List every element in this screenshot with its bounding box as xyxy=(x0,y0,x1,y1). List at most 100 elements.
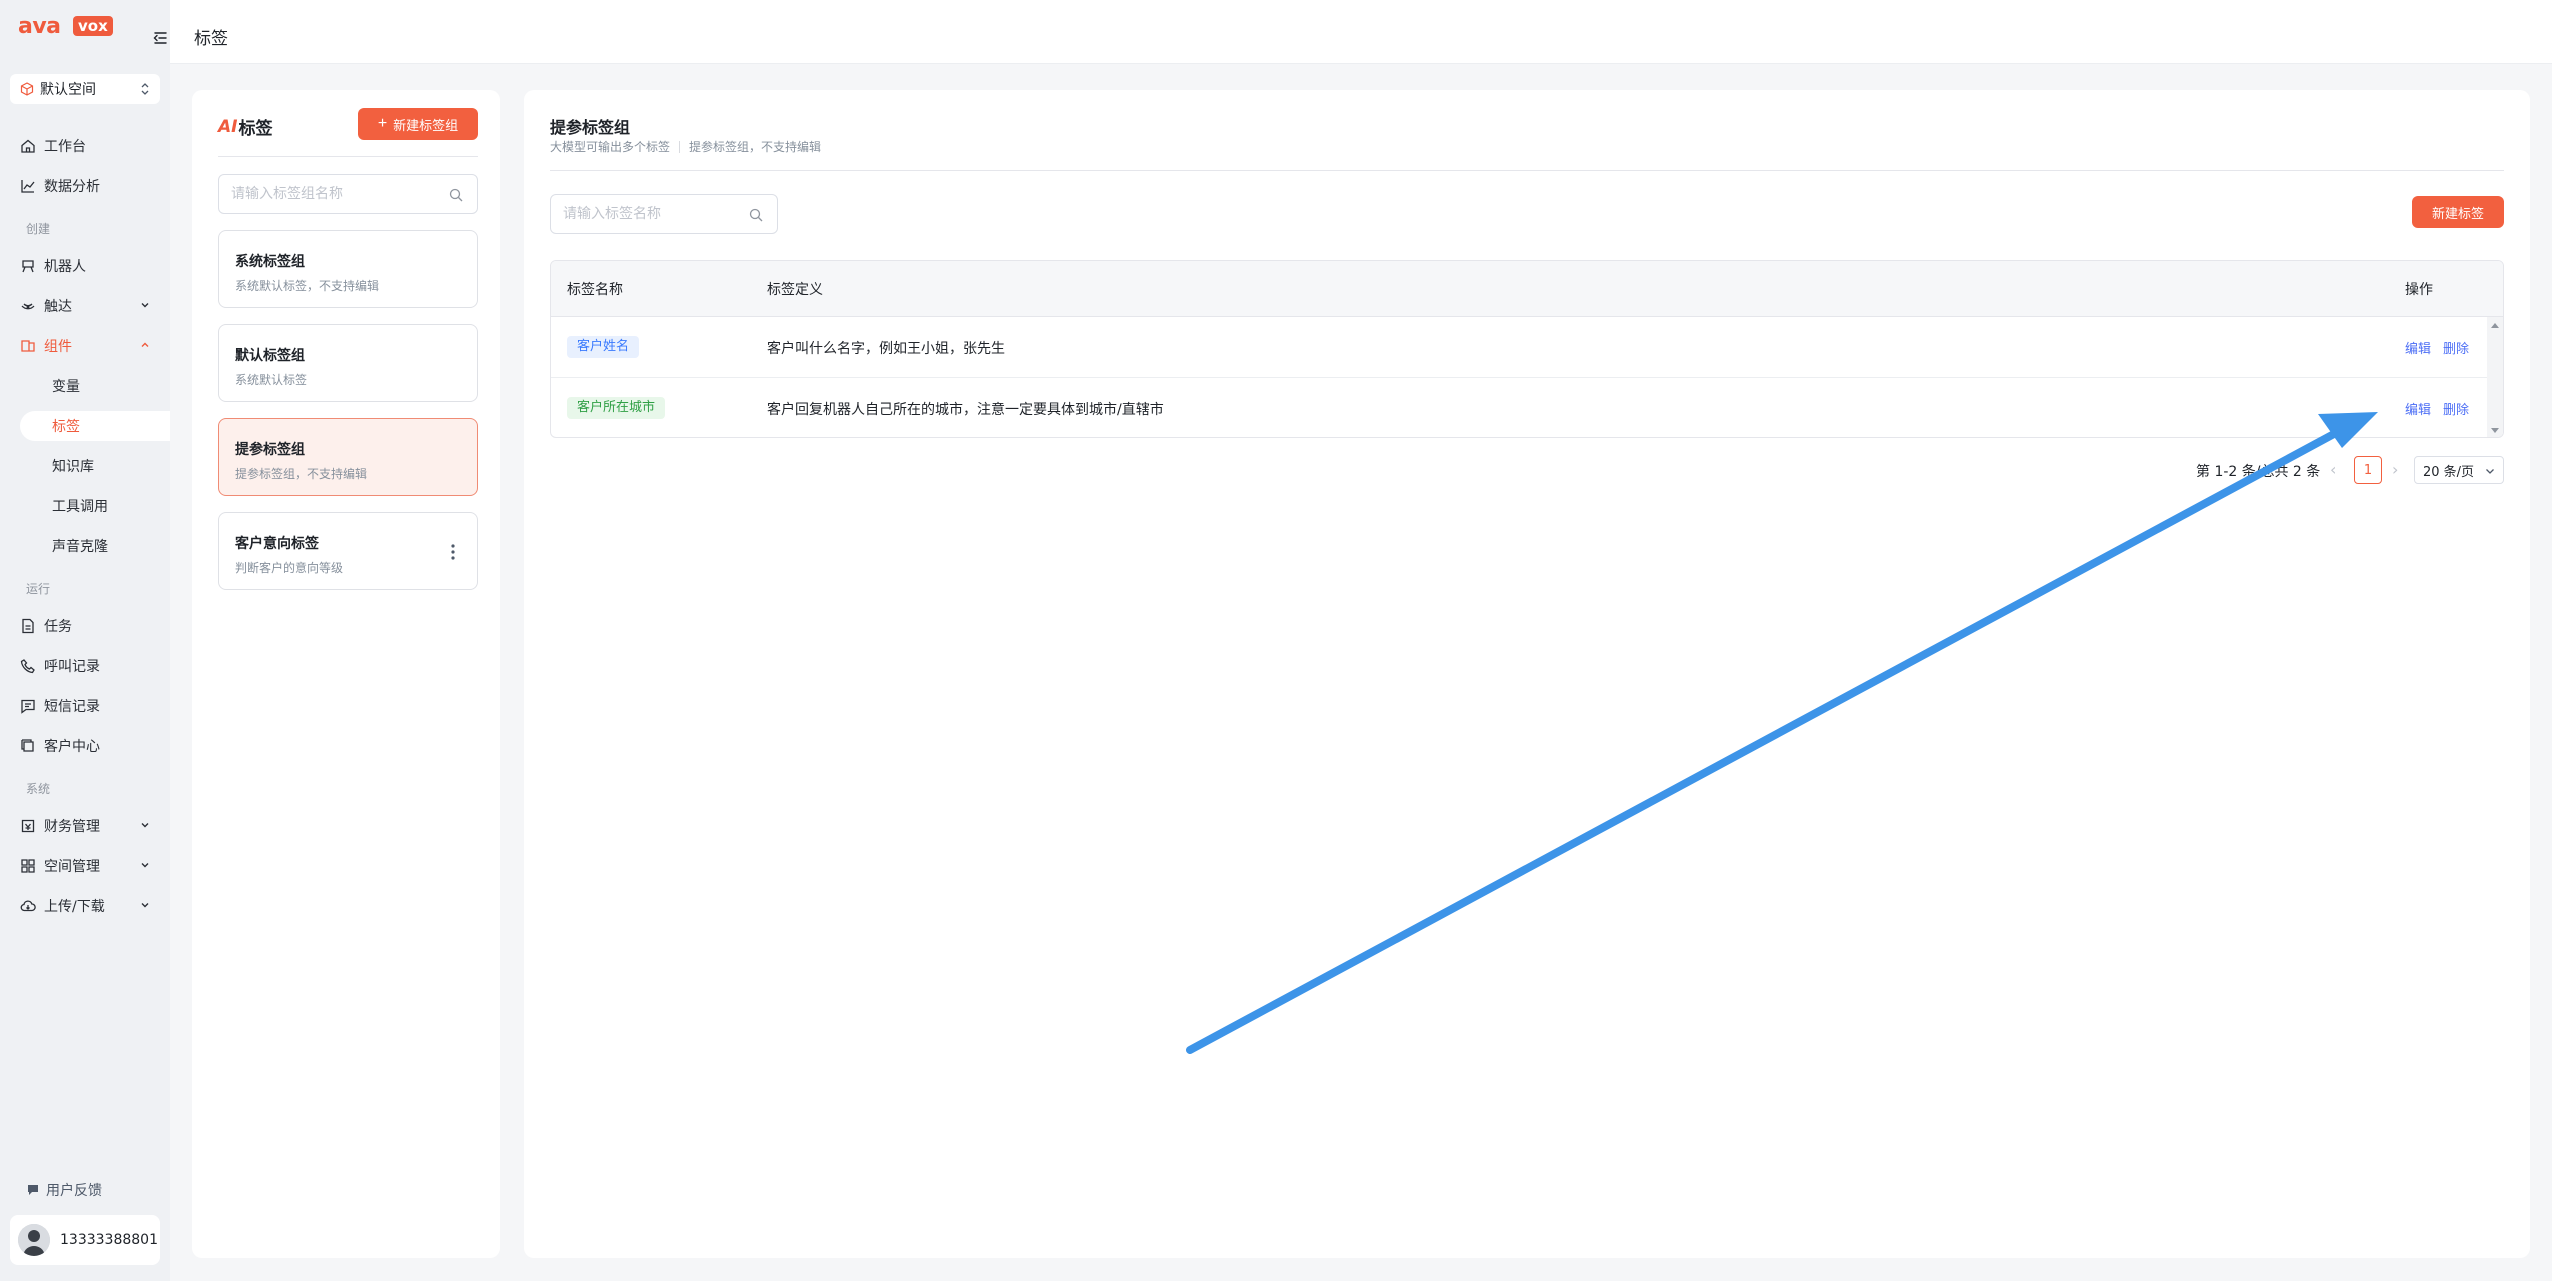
delete-link[interactable]: 删除 xyxy=(2443,338,2469,357)
sidebar-item-label: 财务管理 xyxy=(44,819,100,835)
tag-group-name: 提参标签组 xyxy=(235,442,305,458)
tag-group-name: 客户意向标签 xyxy=(235,536,319,552)
group-panel-title: AI 标签 xyxy=(218,114,272,140)
subtitle-part-a: 大模型可输出多个标签 xyxy=(550,140,671,154)
pagination: 第 1-2 条/总共 2 条 ‹ 1 › 20 条/页 xyxy=(524,456,2530,484)
page-size-value: 20 条/页 xyxy=(2423,464,2475,480)
document-icon xyxy=(22,618,34,634)
sidebar-item-finance[interactable]: 财务管理 xyxy=(20,811,165,841)
chevron-down-icon xyxy=(141,303,149,308)
chevron-up-icon xyxy=(141,342,149,347)
sidebar: ava vox 默认空间 工作台 数据分析 创建 机器人 触达 组件 变量 标签… xyxy=(0,0,170,1281)
sidebar-item-call-records[interactable]: 呼叫记录 xyxy=(20,651,165,681)
tag-group-card-intent[interactable]: 客户意向标签 判断客户的意向等级 xyxy=(218,512,478,590)
tag-search-input[interactable] xyxy=(551,195,741,233)
tag-group-name: 默认标签组 xyxy=(235,348,305,364)
sidebar-item-label: 客户中心 xyxy=(44,739,100,755)
sidebar-item-reach[interactable]: 触达 xyxy=(20,291,165,321)
tag-group-card-system[interactable]: 系统标签组 系统默认标签，不支持编辑 xyxy=(218,230,478,308)
search-icon[interactable] xyxy=(449,188,463,202)
home-icon xyxy=(21,139,35,153)
sidebar-subitem-tags[interactable]: 标签 xyxy=(52,411,80,441)
tag-group-subtitle: 大模型可输出多个标签 提参标签组，不支持编辑 xyxy=(550,138,821,155)
sidebar-subitem-knowledge[interactable]: 知识库 xyxy=(52,451,94,481)
avatar xyxy=(18,1224,50,1256)
sidebar-item-analytics[interactable]: 数据分析 xyxy=(20,171,165,201)
group-search-input[interactable] xyxy=(219,175,439,213)
tag-group-desc: 系统默认标签，不支持编辑 xyxy=(235,279,380,293)
pagination-total: 第 1-2 条/总共 2 条 xyxy=(2196,464,2321,480)
page-size-select[interactable]: 20 条/页 xyxy=(2414,456,2504,484)
section-label-run: 运行 xyxy=(26,582,51,596)
table-row: 客户姓名 客户叫什么名字，例如王小姐，张先生 编辑 删除 xyxy=(551,317,2503,378)
next-page-icon[interactable]: › xyxy=(2392,460,2398,479)
chevron-down-icon xyxy=(141,863,149,868)
sidebar-item-label: 短信记录 xyxy=(44,699,100,715)
phone-icon xyxy=(20,659,35,674)
more-vertical-icon[interactable] xyxy=(451,543,455,561)
sidebar-item-components[interactable]: 组件 xyxy=(20,331,165,361)
table-scrollbar[interactable] xyxy=(2487,317,2503,437)
robot-icon xyxy=(22,260,34,273)
active-item-highlight xyxy=(20,411,170,441)
sidebar-item-label: 空间管理 xyxy=(44,859,100,875)
top-bar: 标签 xyxy=(170,0,2552,64)
search-icon[interactable] xyxy=(749,208,763,222)
user-profile-card[interactable]: 13333388801 xyxy=(10,1215,160,1265)
sidebar-item-label: 机器人 xyxy=(44,259,86,275)
space-selector[interactable]: 默认空间 xyxy=(10,74,160,104)
column-header-definition: 标签定义 xyxy=(767,282,823,298)
signal-icon xyxy=(21,303,35,310)
ai-badge: AI xyxy=(218,116,238,137)
page-number-current[interactable]: 1 xyxy=(2354,456,2382,484)
tag-group-panel: AI 标签 + 新建标签组 系统标签组 系统默认标签，不支持编辑 默认标签组 系… xyxy=(192,90,500,1258)
message-icon xyxy=(21,699,35,714)
scroll-down-arrow[interactable] xyxy=(2491,428,2499,433)
sidebar-item-label: 上传/下载 xyxy=(44,899,105,915)
tag-name-chip: 客户所在城市 xyxy=(567,397,666,419)
sidebar-item-label: 数据分析 xyxy=(44,179,100,195)
sidebar-item-customer-center[interactable]: 客户中心 xyxy=(20,731,165,761)
tag-name-chip: 客户姓名 xyxy=(567,336,640,358)
prev-page-icon[interactable]: ‹ xyxy=(2330,460,2336,479)
edit-link[interactable]: 编辑 xyxy=(2405,338,2431,357)
brand-logo[interactable]: ava vox xyxy=(18,14,167,44)
sidebar-item-label: 组件 xyxy=(44,339,72,355)
cube-icon xyxy=(20,82,34,96)
sidebar-subitem-tools[interactable]: 工具调用 xyxy=(52,491,108,521)
chevron-down-icon xyxy=(2486,469,2494,474)
edit-link[interactable]: 编辑 xyxy=(2405,399,2431,418)
sidebar-item-upload-download[interactable]: 上传/下载 xyxy=(20,891,165,921)
sidebar-item-sms-records[interactable]: 短信记录 xyxy=(20,691,165,721)
section-label-system: 系统 xyxy=(26,782,51,796)
tag-group-desc: 判断客户的意向等级 xyxy=(235,561,344,575)
components-icon xyxy=(21,340,35,352)
chart-line-icon xyxy=(21,180,35,193)
sidebar-item-tasks[interactable]: 任务 xyxy=(20,611,165,641)
tag-group-desc: 提参标签组，不支持编辑 xyxy=(235,467,368,481)
tag-group-card-default[interactable]: 默认标签组 系统默认标签 xyxy=(218,324,478,402)
subtitle-part-b: 提参标签组，不支持编辑 xyxy=(689,140,822,154)
sidebar-item-workbench[interactable]: 工作台 xyxy=(20,131,165,161)
up-down-icon xyxy=(141,83,149,95)
page-title: 标签 xyxy=(194,29,228,49)
table-header: 标签名称 标签定义 操作 xyxy=(551,261,2503,317)
sidebar-item-space-manage[interactable]: 空间管理 xyxy=(20,851,165,881)
sidebar-subitem-variables[interactable]: 变量 xyxy=(52,371,80,401)
user-feedback-link[interactable]: 用户反馈 xyxy=(26,1180,102,1200)
scroll-up-arrow[interactable] xyxy=(2491,323,2499,328)
tag-search-box[interactable] xyxy=(550,194,778,234)
sidebar-subitem-voice-clone[interactable]: 声音克隆 xyxy=(52,531,108,561)
plus-icon: + xyxy=(377,115,388,132)
new-tag-button[interactable]: 新建标签 xyxy=(2412,196,2504,228)
new-tag-group-label: 新建标签组 xyxy=(393,117,459,133)
user-phone: 13333388801 xyxy=(60,1232,158,1248)
group-search-box[interactable] xyxy=(218,174,478,214)
delete-link[interactable]: 删除 xyxy=(2443,399,2469,418)
sidebar-item-robot[interactable]: 机器人 xyxy=(20,251,165,281)
tag-group-card-extraction[interactable]: 提参标签组 提参标签组，不支持编辑 xyxy=(218,418,478,496)
collapse-menu-icon[interactable] xyxy=(152,30,168,46)
user-feedback-label: 用户反馈 xyxy=(46,1183,102,1199)
divider xyxy=(218,156,478,157)
new-tag-group-button[interactable]: + 新建标签组 xyxy=(358,108,478,140)
